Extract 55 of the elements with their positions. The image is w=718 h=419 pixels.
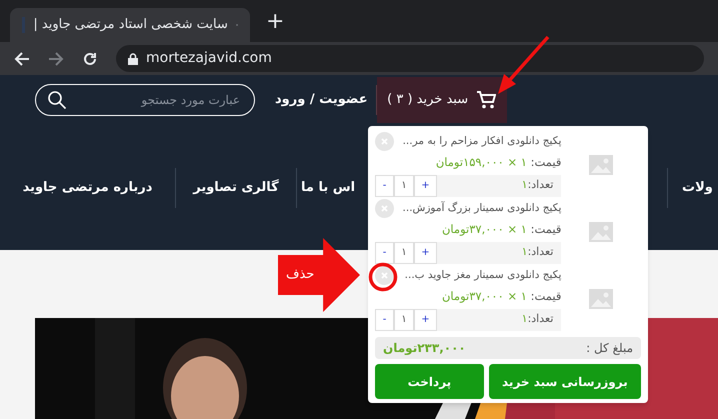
quantity-field[interactable]: ۱ — [394, 242, 414, 264]
highlight-circle — [368, 262, 398, 292]
pointer-arrow-drawing — [496, 34, 552, 96]
quantity-value: ۱ — [522, 245, 528, 258]
total-value: ۲۳۳,۰۰۰تومان — [383, 340, 466, 357]
price-label: قیمت: — [530, 155, 562, 170]
product-title[interactable]: پکیج دانلودی سمینار بزرگ آموزش... — [402, 201, 562, 217]
quantity-field[interactable]: ۱ — [394, 308, 414, 331]
increase-button[interactable]: + — [414, 308, 437, 331]
url-text: mortezajavid.com — [146, 49, 272, 68]
quantity-value: ۱ — [522, 312, 528, 326]
product-title[interactable]: پکیج دانلودی افکار مزاحم را به مر... — [402, 134, 562, 150]
nav-item[interactable]: اس با ما — [297, 178, 367, 198]
decrease-button[interactable]: - — [375, 242, 394, 264]
quantity-label: تعداد: — [528, 245, 554, 258]
tab-title: سایت شخصی استاد مرتضی جاوید | — [33, 16, 228, 34]
quantity-label: تعداد: — [528, 178, 554, 192]
cart-button[interactable]: سبد خرید ( ۳ ) — [376, 77, 507, 123]
callout-label: حذف — [286, 266, 314, 284]
search-field[interactable]: عبارت مورد جستجو — [35, 84, 255, 116]
nav-item[interactable]: ولات — [668, 178, 718, 198]
price-label: قیمت: — [530, 222, 562, 236]
decrease-button[interactable]: - — [375, 308, 394, 331]
search-icon — [47, 90, 67, 110]
address-bar[interactable]: mortezajavid.com — [116, 45, 704, 72]
close-icon — [381, 138, 388, 146]
quantity-label: تعداد: — [528, 312, 554, 326]
close-icon — [381, 272, 388, 280]
price-value: ۱ × ۱۵۹,۰۰۰تومان — [436, 155, 527, 170]
reload-icon[interactable] — [82, 50, 98, 66]
decrease-button[interactable]: - — [375, 174, 394, 197]
update-cart-button[interactable]: بروزرسانی سبد خرید — [488, 364, 641, 399]
nav-item[interactable]: گالری تصاویر — [176, 178, 296, 198]
increase-button[interactable]: + — [414, 174, 437, 197]
price-label: قیمت: — [530, 289, 562, 304]
browser-tab[interactable]: سایت شخصی استاد مرتضی جاوید | — [10, 8, 250, 42]
new-tab-button[interactable]: + — [262, 5, 288, 38]
price-value: ۱ × ۳۷,۰۰۰تومان — [442, 222, 527, 236]
forward-arrow-icon[interactable] — [48, 50, 64, 66]
cart-icon — [476, 90, 496, 110]
total-label: مبلغ کل : — [586, 340, 633, 357]
quantity-value: ۱ — [522, 178, 528, 192]
increase-button[interactable]: + — [414, 242, 437, 264]
nav-item[interactable]: درباره مرتضی جاوید — [0, 178, 175, 198]
back-arrow-icon[interactable] — [14, 50, 30, 66]
checkout-button[interactable]: پرداخت — [375, 364, 484, 399]
image-placeholder-icon — [589, 288, 614, 308]
price-value: ۱ × ۳۷,۰۰۰تومان — [442, 289, 527, 304]
lock-icon — [128, 52, 138, 64]
close-icon — [381, 205, 388, 212]
quantity-field[interactable]: ۱ — [394, 174, 414, 197]
image-placeholder-icon — [589, 154, 614, 174]
login-link[interactable]: عضویت / ورود — [275, 90, 368, 110]
image-placeholder-icon — [589, 222, 614, 242]
product-title[interactable]: پکیج دانلودی سمینار مغز جاوید ب... — [404, 268, 562, 284]
